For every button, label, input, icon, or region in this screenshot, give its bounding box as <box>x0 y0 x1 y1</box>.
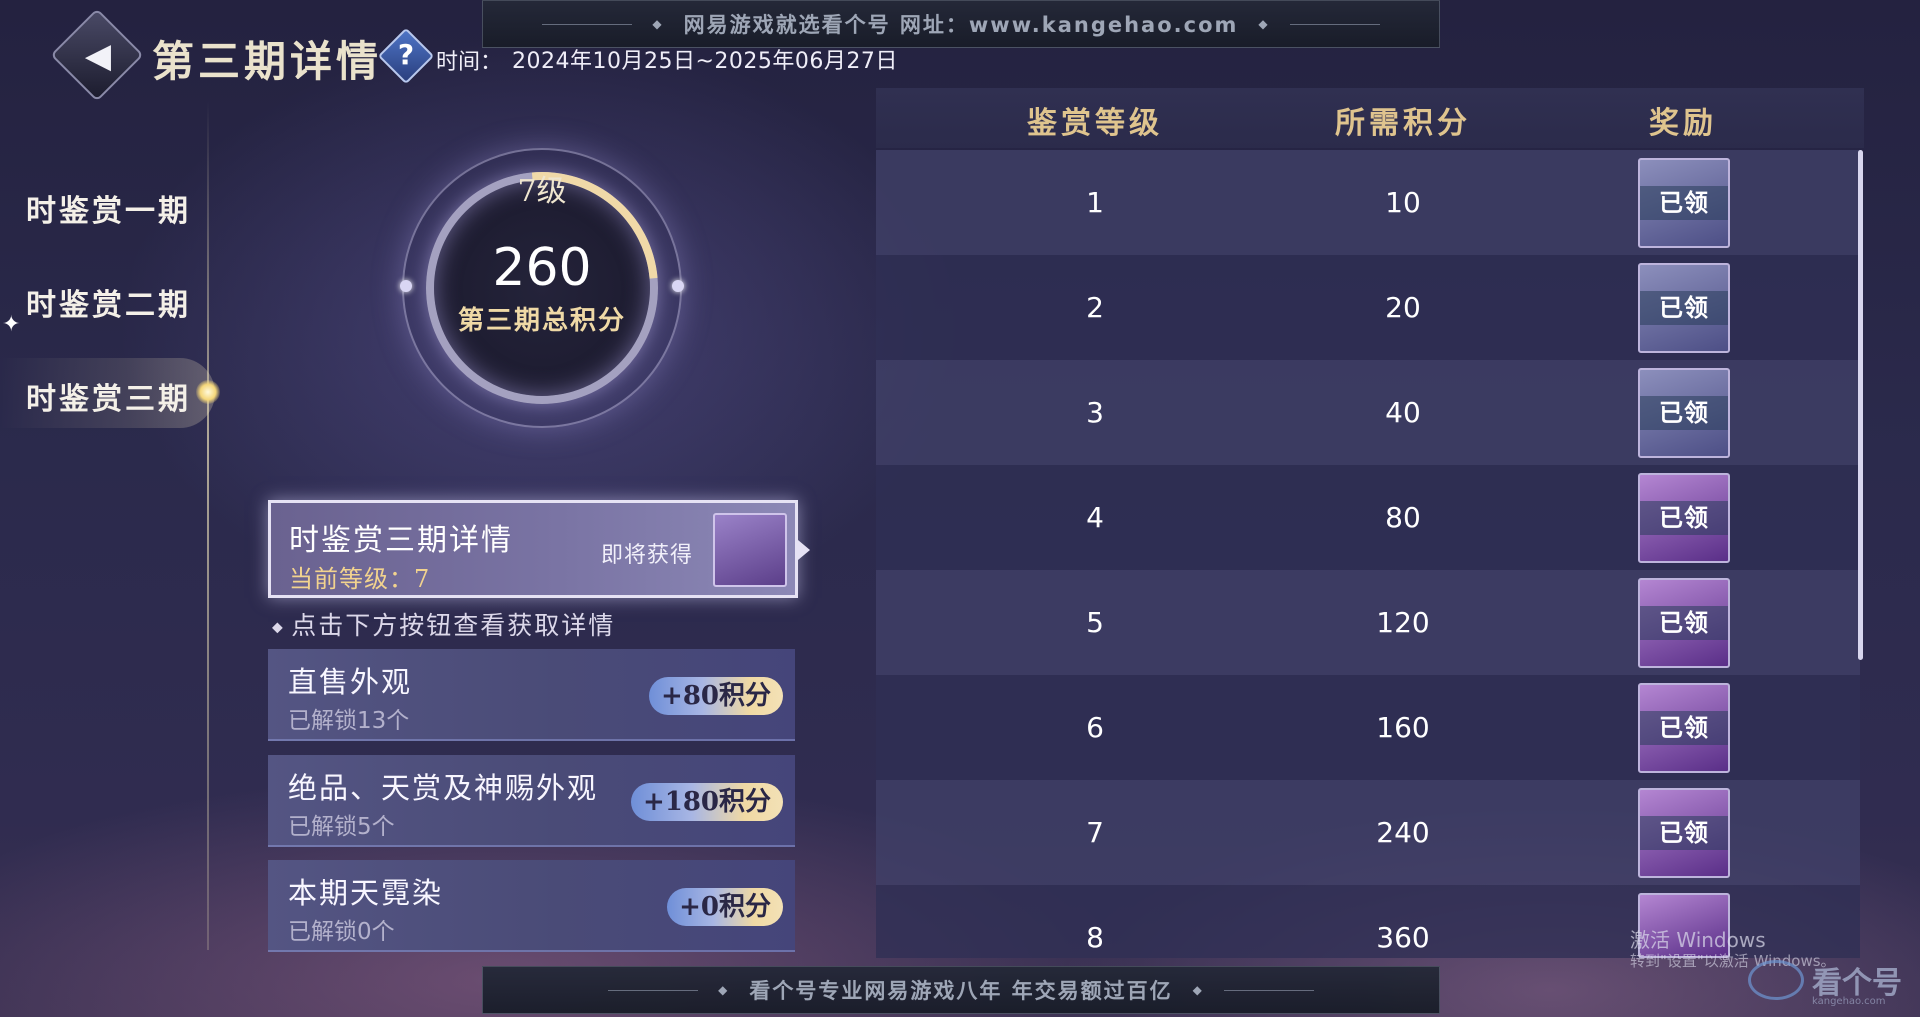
current-level: 7级 <box>517 174 567 209</box>
banner-ornament-icon: ◆ <box>718 983 730 997</box>
reward-item-icon[interactable]: 已领 <box>1638 473 1730 563</box>
table-row: 5 120 已领 <box>876 570 1860 675</box>
reward-item-icon[interactable]: 已领 <box>1638 788 1730 878</box>
reward-item-icon[interactable]: 已领 <box>1638 158 1730 248</box>
detail-current-level: 当前等级：7 <box>289 565 431 593</box>
row-level: 8 <box>1086 921 1104 954</box>
source-title: 本期天霓染 <box>288 876 444 910</box>
source-unlocked-count: 已解锁0个 <box>288 919 395 945</box>
sidebar-item-period-2[interactable]: 时鉴赏二期 <box>26 280 191 324</box>
banner-divider <box>542 23 633 25</box>
reward-item-icon[interactable]: 已领 <box>1638 368 1730 458</box>
banner-ornament-icon: ◆ <box>1192 983 1204 997</box>
table-row: 6 160 已领 <box>876 675 1860 780</box>
windows-activation-title: 激活 Windows <box>1630 928 1766 952</box>
row-level: 1 <box>1086 186 1104 219</box>
brand-url: kangehao.com <box>1812 996 1886 1007</box>
source-unlocked-count: 已解锁5个 <box>288 814 395 840</box>
detail-card-title: 时鉴赏三期详情 <box>289 523 513 558</box>
source-unlocked-count: 已解锁13个 <box>288 708 410 734</box>
ring-dot-icon <box>672 280 684 292</box>
active-marker-icon <box>196 380 220 404</box>
banner-divider <box>1223 989 1314 991</box>
source-points-badge: +180积分 <box>630 783 783 821</box>
row-level: 7 <box>1086 816 1104 849</box>
source-row-premium[interactable]: 绝品、天赏及神赐外观 已解锁5个 +180积分 <box>268 755 795 847</box>
top-watermark-text: 网易游戏就选看个号 网址：www.kangehao.com <box>683 13 1239 37</box>
row-level: 4 <box>1086 501 1104 534</box>
time-range: 2024年10月25日~2025年06月27日 <box>512 49 898 74</box>
source-title: 绝品、天赏及神赐外观 <box>288 771 599 805</box>
total-score-label: 第三期总积分 <box>457 306 626 336</box>
card-pointer-icon <box>798 540 810 560</box>
row-level: 2 <box>1086 291 1104 324</box>
top-watermark-banner: ◆ 网易游戏就选看个号 网址：www.kangehao.com ◆ <box>482 0 1440 48</box>
reward-item-icon[interactable]: 已领 <box>1638 578 1730 668</box>
ring-dot-icon <box>400 280 412 292</box>
banner-ornament-icon: ◆ <box>1258 17 1270 31</box>
claimed-label: 已领 <box>1640 816 1728 850</box>
banner-divider <box>608 989 699 991</box>
row-level: 5 <box>1086 606 1104 639</box>
question-mark-icon: ? <box>397 38 415 71</box>
row-points: 20 <box>1385 291 1421 324</box>
total-score: 260 <box>492 238 592 298</box>
reward-item-icon[interactable]: 已领 <box>1638 263 1730 353</box>
row-points: 80 <box>1385 501 1421 534</box>
row-points: 240 <box>1376 816 1430 849</box>
column-header-reward: 奖励 <box>1649 106 1717 141</box>
row-points: 120 <box>1376 606 1430 639</box>
banner-divider <box>1289 23 1380 25</box>
row-level: 3 <box>1086 396 1104 429</box>
claimed-label: 已领 <box>1640 186 1728 220</box>
table-row: 1 10 已领 <box>876 150 1860 255</box>
sidebar-item-period-3[interactable]: 时鉴赏三期 <box>26 374 191 418</box>
period-detail-card[interactable]: 时鉴赏三期详情 当前等级：7 即将获得 <box>268 500 798 598</box>
bottom-watermark-text: 看个号专业网易游戏八年 年交易额过百亿 <box>749 979 1173 1003</box>
claimed-label: 已领 <box>1640 606 1728 640</box>
reward-item-icon[interactable]: 已领 <box>1638 683 1730 773</box>
table-header: 鉴赏等级 所需积分 奖励 <box>876 88 1864 148</box>
column-header-level: 鉴赏等级 <box>1027 106 1163 141</box>
source-title: 直售外观 <box>288 665 413 699</box>
nav-divider-line <box>207 100 209 950</box>
bottom-watermark-banner: ◆ 看个号专业网易游戏八年 年交易额过百亿 ◆ <box>482 966 1440 1014</box>
page-title: 第三期详情 <box>152 37 383 86</box>
claimed-label: 已领 <box>1640 501 1728 535</box>
row-points: 360 <box>1376 921 1430 954</box>
table-row: 7 240 已领 <box>876 780 1860 885</box>
table-scrollbar[interactable] <box>1858 150 1863 660</box>
sparkle-icon: ✦ <box>2 312 21 337</box>
claimed-label: 已领 <box>1640 396 1728 430</box>
table-row: 4 80 已领 <box>876 465 1860 570</box>
hint-label: 点击下方按钮查看获取详情 <box>291 611 616 640</box>
hint-bullet-icon: ◆ <box>272 619 292 636</box>
claimed-label: 已领 <box>1640 711 1728 745</box>
hint-text: ◆ 点击下方按钮查看获取详情 <box>272 606 615 642</box>
source-row-direct-sale[interactable]: 直售外观 已解锁13个 +80积分 <box>268 649 795 741</box>
time-label: 时间： <box>436 50 503 75</box>
upcoming-reward-icon[interactable] <box>713 513 787 587</box>
reward-table: 鉴赏等级 所需积分 奖励 1 10 已领 2 20 已领 3 40 已领 4 8… <box>876 88 1864 958</box>
row-points: 160 <box>1376 711 1430 744</box>
source-points-badge: +0积分 <box>667 888 783 926</box>
source-row-dye[interactable]: 本期天霓染 已解锁0个 +0积分 <box>268 860 795 952</box>
table-row: 3 40 已领 <box>876 360 1860 465</box>
row-level: 6 <box>1086 711 1104 744</box>
column-header-points: 所需积分 <box>1335 106 1471 141</box>
sidebar-item-period-1[interactable]: 时鉴赏一期 <box>26 186 191 230</box>
row-points: 10 <box>1385 186 1421 219</box>
banner-ornament-icon: ◆ <box>652 17 664 31</box>
upcoming-label: 即将获得 <box>601 543 694 568</box>
claimed-label: 已领 <box>1640 291 1728 325</box>
brand-eye-icon <box>1748 960 1804 1000</box>
windows-activation-subtitle: 转到"设置"以激活 Windows。 <box>1630 952 1836 970</box>
row-points: 40 <box>1385 396 1421 429</box>
back-arrow-icon: ◀ <box>84 36 112 76</box>
source-points-badge: +80积分 <box>649 677 783 715</box>
table-row: 2 20 已领 <box>876 255 1860 360</box>
